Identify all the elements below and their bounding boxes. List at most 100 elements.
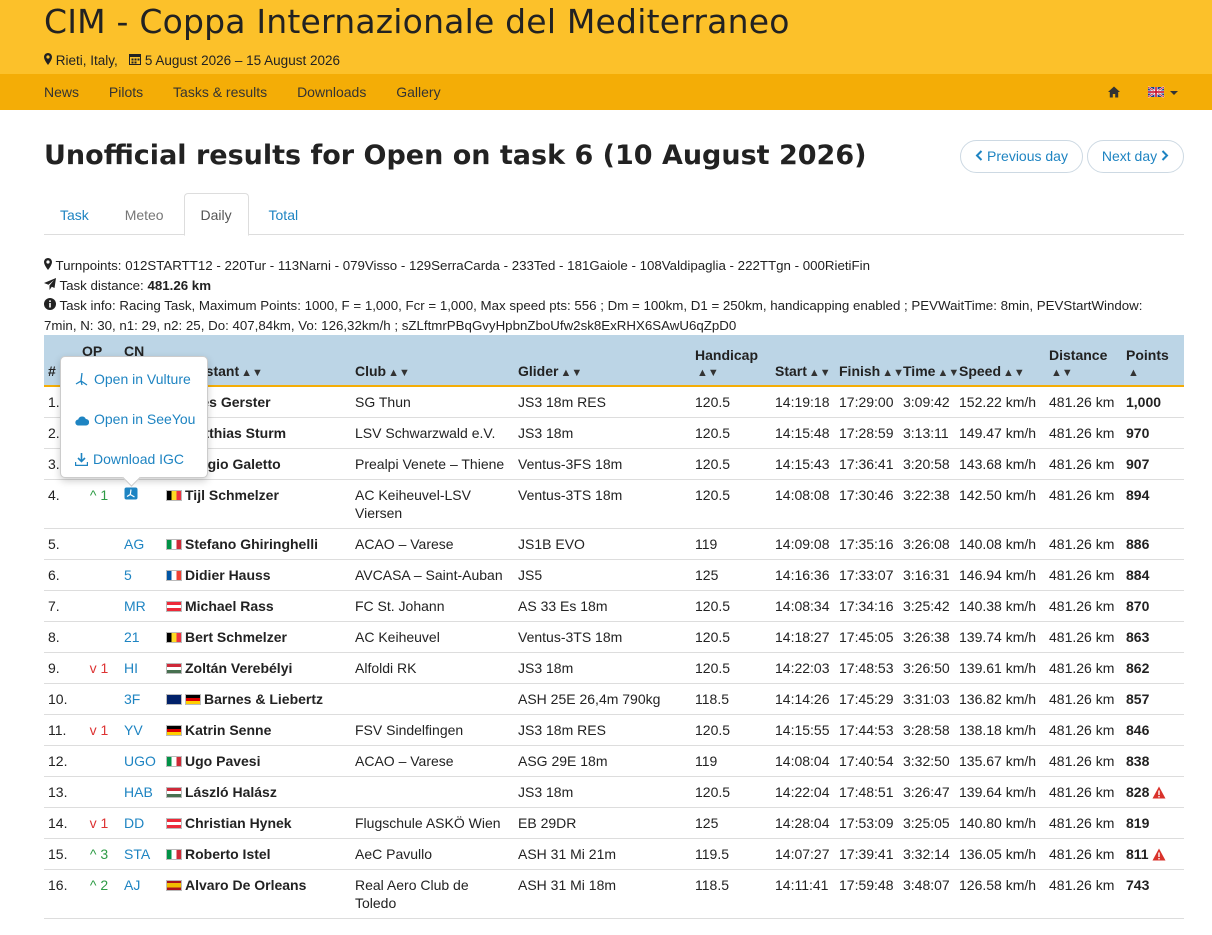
table-row[interactable]: 11. v 1 YV Katrin Senne FSV Sindelfingen JS3 … — [44, 714, 1184, 746]
col-handicap[interactable]: Handicap ▲▼ — [691, 335, 771, 387]
results-body: 1. Yves Gerster SG Thun JS3 18m RES 120.5 14:… — [44, 386, 1184, 919]
contestant-name: Bert Schmelzer — [185, 629, 287, 645]
table-row[interactable]: 12. UGO Ugo Pavesi ACAO – Varese ASG 29E 18m… — [44, 745, 1184, 777]
col-points[interactable]: Points ▲ — [1122, 335, 1184, 387]
cn-cell[interactable]: YV — [120, 714, 162, 746]
points-value: 884 — [1126, 567, 1150, 583]
tab-meteo[interactable]: Meteo — [109, 194, 180, 236]
cn-cell[interactable]: 21 — [120, 621, 162, 653]
warning-icon[interactable] — [1152, 847, 1166, 861]
competition-number[interactable]: STA — [124, 846, 150, 862]
competition-number[interactable]: UGO — [124, 753, 156, 769]
cn-cell[interactable]: HAB — [120, 776, 162, 808]
table-row[interactable]: 13. HAB László Halász JS3 18m 120.5 14:22:04 1… — [44, 776, 1184, 808]
time-cell: 3:25:05 — [899, 807, 955, 839]
cn-cell[interactable]: STA — [120, 838, 162, 870]
col-glider[interactable]: Glider ▲▼ — [514, 335, 691, 387]
competition-number[interactable]: 3F — [124, 691, 140, 707]
flag-hu-icon — [166, 663, 182, 674]
task-info: Task info: Racing Task, Maximum Points: … — [44, 296, 1184, 336]
table-row[interactable]: 14. v 1 DD Christian Hynek Flugschule ASKÖ W… — [44, 807, 1184, 839]
competition-number[interactable]: 21 — [124, 629, 140, 645]
time-cell: 3:26:50 — [899, 652, 955, 684]
competition-number[interactable]: HI — [124, 660, 138, 676]
competition-number[interactable]: 5 — [124, 567, 132, 583]
tab-total[interactable]: Total — [253, 194, 315, 236]
flag-it-icon — [166, 539, 182, 550]
op-cell: v 1 — [78, 807, 120, 839]
table-row[interactable]: 16. ^ 2 AJ Alvaro De Orleans Real Aero Club … — [44, 869, 1184, 919]
nav-pilots[interactable]: Pilots — [109, 74, 143, 110]
cn-cell[interactable]: AJ — [120, 869, 162, 919]
flag-be-icon — [166, 632, 182, 643]
contestant-name: László Halász — [185, 784, 277, 800]
time-cell: 3:48:07 — [899, 869, 955, 919]
nav-gallery[interactable]: Gallery — [396, 74, 440, 110]
table-row[interactable]: 15. ^ 3 STA Roberto Istel AeC Pavullo ASH 31 … — [44, 838, 1184, 870]
handicap-cell: 120.5 — [691, 776, 771, 808]
col-club[interactable]: Club ▲▼ — [351, 335, 514, 387]
nav-news[interactable]: News — [44, 74, 79, 110]
next-day-button[interactable]: Next day — [1086, 140, 1184, 173]
rank-cell: 16. — [44, 869, 78, 919]
cn-cell[interactable]: 5 — [120, 559, 162, 591]
cn-cell[interactable]: HI — [120, 652, 162, 684]
cn-cell[interactable]: 3F — [120, 683, 162, 715]
day-navigation: Previous day Next day — [960, 140, 1184, 173]
competition-number[interactable]: MR — [124, 598, 146, 614]
competition-number[interactable]: YV — [124, 722, 143, 738]
competition-number[interactable]: HAB — [124, 784, 153, 800]
tab-daily[interactable]: Daily — [183, 193, 249, 236]
cn-cell[interactable]: DD — [120, 807, 162, 839]
download-igc-link[interactable]: Download IGC — [74, 451, 184, 467]
nav-tasks-results[interactable]: Tasks & results — [173, 74, 267, 110]
club-cell: FC St. Johann — [351, 590, 514, 622]
table-row[interactable]: 7. MR Michael Rass FC St. Johann AS 33 Es 18… — [44, 590, 1184, 622]
site-title: CIM - Coppa Internazionale del Mediterra… — [44, 2, 790, 41]
competition-number[interactable]: AJ — [124, 877, 140, 893]
table-row[interactable]: 8. 21 Bert Schmelzer AC Keiheuvel Ventus-3TS… — [44, 621, 1184, 653]
previous-day-button[interactable]: Previous day — [960, 140, 1083, 173]
competition-number[interactable]: AG — [124, 536, 144, 552]
table-row[interactable]: 10. 3F Barnes & Liebertz ASH 25E 26,4m 790k… — [44, 683, 1184, 715]
col-distance[interactable]: Distance ▲▼ — [1045, 335, 1122, 387]
speed-cell: 136.05 km/h — [955, 838, 1045, 870]
cn-cell[interactable]: AG — [120, 528, 162, 560]
cn-cell[interactable] — [120, 479, 162, 529]
table-row[interactable]: 4. ^ 1 Tijl Schmelzer AC Keiheuvel-LSV Vier… — [44, 479, 1184, 529]
table-row[interactable]: 9. v 1 HI Zoltán Verebélyi Alfoldi RK JS3 18m… — [44, 652, 1184, 684]
club-cell — [351, 683, 514, 715]
open-in-vulture-link[interactable]: Open in Vulture — [75, 371, 191, 387]
open-in-seeyou-link[interactable]: Open in SeeYou — [75, 411, 195, 427]
start-cell: 14:14:26 — [771, 683, 835, 715]
col-finish[interactable]: Finish ▲▼ — [835, 335, 904, 387]
col-start[interactable]: Start ▲▼ — [771, 335, 835, 387]
time-cell: 3:26:38 — [899, 621, 955, 653]
contestant-name: Christian Hynek — [185, 815, 292, 831]
contestant-cell: Tijl Schmelzer — [162, 479, 351, 529]
language-selector[interactable] — [1147, 85, 1184, 101]
points-cell: 970 — [1122, 417, 1184, 449]
start-cell: 14:08:34 — [771, 590, 835, 622]
page-title: Unofficial results for Open on task 6 (1… — [44, 140, 867, 171]
speed-cell: 140.08 km/h — [955, 528, 1045, 560]
task-info-label: Task info: — [59, 298, 116, 313]
col-speed[interactable]: Speed ▲▼ — [955, 335, 1045, 387]
nav-downloads[interactable]: Downloads — [297, 74, 366, 110]
cn-cell[interactable]: MR — [120, 590, 162, 622]
table-row[interactable]: 5. AG Stefano Ghiringhelli ACAO – Varese JS1… — [44, 528, 1184, 560]
points-cell: 828 — [1122, 776, 1184, 808]
rank-cell: 9. — [44, 652, 78, 684]
sort-icon: ▲▼ — [882, 367, 905, 379]
competition-number[interactable]: DD — [124, 815, 144, 831]
table-row[interactable]: 1. Yves Gerster SG Thun JS3 18m RES 120.5 14:… — [44, 386, 1184, 418]
table-row[interactable]: 3. Sergio Galetto Prealpi Venete – Thiene V… — [44, 448, 1184, 480]
home-icon[interactable] — [1108, 85, 1120, 98]
col-time[interactable]: Time ▲▼ — [899, 335, 959, 387]
table-row[interactable]: 2. Matthias Sturm LSV Schwarzwald e.V. JS3 … — [44, 417, 1184, 449]
table-row[interactable]: 6. 5 Didier Hauss AVCASA – Saint-Auban JS5 12… — [44, 559, 1184, 591]
time-cell: 3:31:03 — [899, 683, 955, 715]
cn-cell[interactable]: UGO — [120, 745, 162, 777]
warning-icon[interactable] — [1152, 785, 1166, 799]
tab-task[interactable]: Task — [44, 194, 105, 236]
